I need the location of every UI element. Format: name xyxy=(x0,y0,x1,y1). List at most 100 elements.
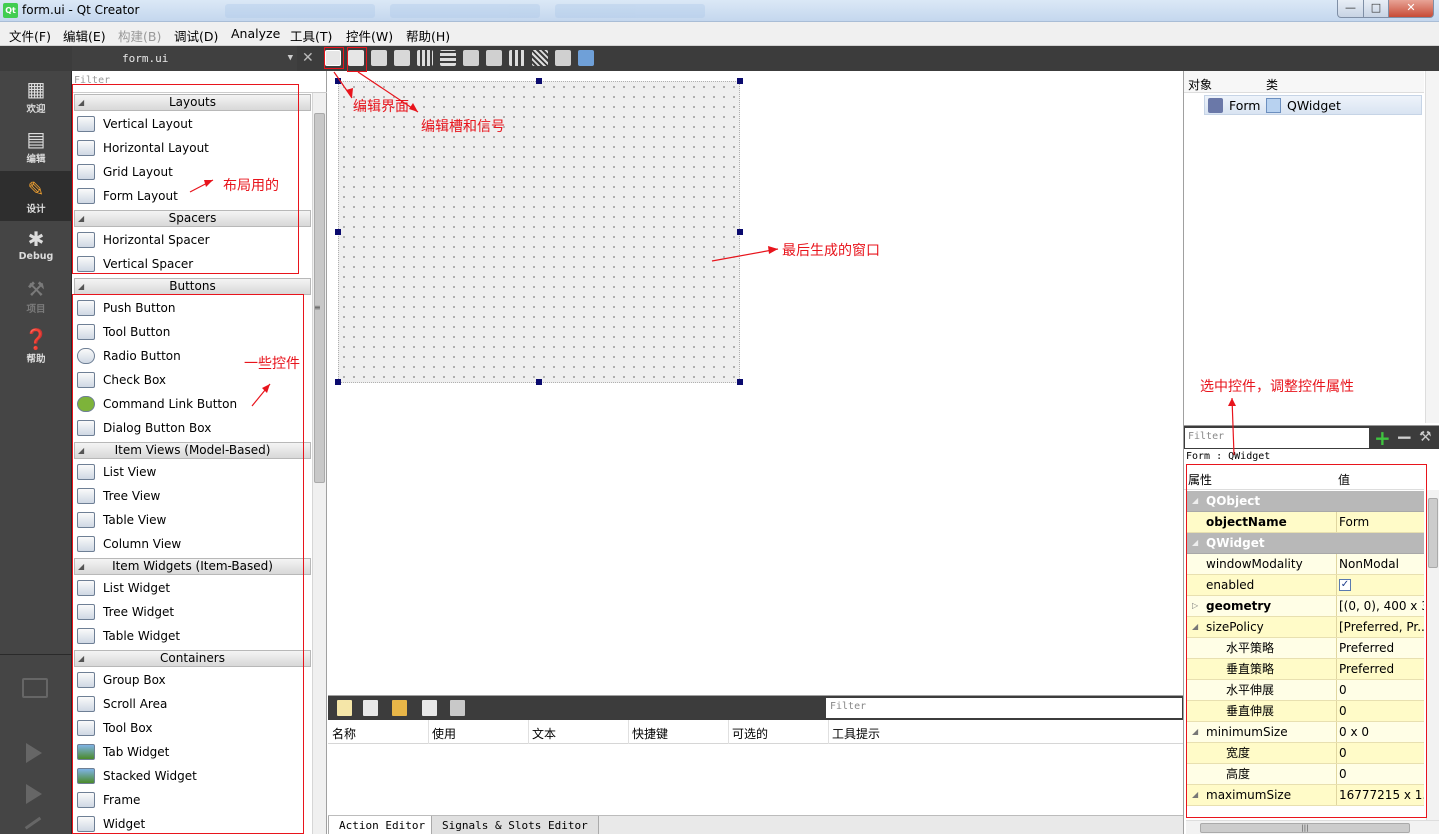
category-buttons[interactable]: ◢ Buttons xyxy=(74,278,311,295)
column-header[interactable]: 名称 xyxy=(332,725,356,742)
layout-vertical-icon[interactable] xyxy=(440,50,456,66)
property-value[interactable]: [(0, 0), 400 x 3... xyxy=(1336,596,1424,616)
action-filter-input[interactable]: Filter xyxy=(826,698,1182,718)
edit-buddies-icon[interactable] xyxy=(371,50,387,66)
resize-handle[interactable] xyxy=(335,229,341,235)
property-row[interactable]: objectName Form xyxy=(1186,512,1424,533)
enabled-checkbox[interactable]: ✓ xyxy=(1339,578,1351,591)
edit-tab-order-icon[interactable] xyxy=(394,50,410,66)
widget-item[interactable]: Widget xyxy=(75,812,311,834)
property-value[interactable]: Form xyxy=(1336,512,1424,532)
property-row[interactable]: ▷ geometry [(0, 0), 400 x 3... xyxy=(1186,596,1424,617)
property-row[interactable]: ◢ maximumSize 16777215 x 1... xyxy=(1186,785,1424,806)
property-value[interactable]: 0 xyxy=(1336,743,1424,763)
tab-action-editor[interactable]: Action Editor xyxy=(328,816,437,834)
property-value[interactable]: [Preferred, Pr... xyxy=(1336,617,1424,637)
mode-projects[interactable]: ⚒ 项目 xyxy=(0,271,72,321)
menu-tools[interactable]: 工具(T) xyxy=(290,26,332,45)
widget-item[interactable]: Stacked Widget xyxy=(75,764,311,788)
column-header[interactable]: 文本 xyxy=(532,725,556,742)
property-row[interactable]: 垂直策略 Preferred xyxy=(1186,659,1424,680)
resize-handle[interactable] xyxy=(335,379,341,385)
property-row[interactable]: windowModality NonModal xyxy=(1186,554,1424,575)
widget-item[interactable]: Vertical Layout xyxy=(75,112,311,136)
monitor-icon[interactable] xyxy=(22,678,48,698)
resize-handle[interactable] xyxy=(737,78,743,84)
category-item-widgets[interactable]: ◢ Item Widgets (Item-Based) xyxy=(74,558,311,575)
column-header[interactable]: 类 xyxy=(1266,76,1278,93)
widget-item[interactable]: Table View xyxy=(75,508,311,532)
configure-icon[interactable] xyxy=(450,700,465,716)
new-action-icon[interactable] xyxy=(337,700,352,716)
resize-handle[interactable] xyxy=(737,379,743,385)
tab-signals-slots-editor[interactable]: Signals & Slots Editor xyxy=(431,816,599,834)
column-header[interactable]: 工具提示 xyxy=(832,725,880,742)
category-containers[interactable]: ◢ Containers xyxy=(74,650,311,667)
widget-item[interactable]: List View xyxy=(75,460,311,484)
widget-filter-input[interactable]: Filter xyxy=(72,71,327,93)
category-layouts[interactable]: ◢ Layouts xyxy=(74,94,311,111)
collapse-triangle-icon[interactable]: ◢ xyxy=(1192,617,1198,637)
widget-item[interactable]: List Widget xyxy=(75,576,311,600)
close-document-button[interactable]: ✕ xyxy=(302,50,314,66)
object-tree-row[interactable]: Form QWidget xyxy=(1204,95,1422,115)
open-documents-combo[interactable]: form.ui ▼ xyxy=(72,46,297,71)
property-group-row[interactable]: ◢ QWidget xyxy=(1186,533,1424,554)
menu-build[interactable]: 构建(B) xyxy=(118,26,161,45)
property-value[interactable]: Preferred xyxy=(1336,659,1424,679)
widget-item[interactable]: Tab Widget xyxy=(75,740,311,764)
column-header[interactable]: 可选的 xyxy=(732,725,768,742)
property-row[interactable]: 水平伸展 0 xyxy=(1186,680,1424,701)
remove-property-icon[interactable]: − xyxy=(1396,426,1413,448)
minimize-button[interactable]: — xyxy=(1337,0,1364,18)
design-canvas[interactable] xyxy=(328,71,1183,695)
paste-action-icon[interactable] xyxy=(392,700,407,716)
column-header[interactable]: 快捷键 xyxy=(632,725,668,742)
edit-widgets-icon[interactable] xyxy=(325,50,341,66)
property-value[interactable]: 0 xyxy=(1336,764,1424,784)
edit-signals-slots-icon[interactable] xyxy=(348,50,364,66)
adjust-size-icon[interactable] xyxy=(578,50,594,66)
widget-item[interactable]: Command Link Button xyxy=(75,392,311,416)
category-spacers[interactable]: ◢ Spacers xyxy=(74,210,311,227)
widget-item[interactable]: Tool Button xyxy=(75,320,311,344)
resize-handle[interactable] xyxy=(737,229,743,235)
layout-form-icon[interactable] xyxy=(509,50,525,66)
property-row[interactable]: ◢ minimumSize 0 x 0 xyxy=(1186,722,1424,743)
maximize-button[interactable]: □ xyxy=(1363,0,1389,18)
widget-item[interactable]: Scroll Area xyxy=(75,692,311,716)
menu-edit[interactable]: 编辑(E) xyxy=(63,26,106,45)
property-editor-vscrollbar[interactable] xyxy=(1426,490,1439,820)
resize-handle[interactable] xyxy=(335,78,341,84)
widget-item[interactable]: Column View xyxy=(75,532,311,556)
property-value[interactable]: 0 xyxy=(1336,680,1424,700)
build-hammer-icon[interactable] xyxy=(24,816,46,834)
layout-horizontal-icon[interactable] xyxy=(417,50,433,66)
break-layout-icon[interactable] xyxy=(555,50,571,66)
widget-item[interactable]: Tool Box xyxy=(75,716,311,740)
scrollbar-thumb[interactable] xyxy=(314,113,325,483)
property-value[interactable]: 0 xyxy=(1336,701,1424,721)
property-value[interactable]: 0 x 0 xyxy=(1336,722,1424,742)
layout-horizontal-splitter-icon[interactable] xyxy=(463,50,479,66)
widget-item[interactable]: Vertical Spacer xyxy=(75,252,311,276)
configure-wrench-icon[interactable]: ⚒ xyxy=(1419,429,1432,445)
widget-item[interactable]: Tree Widget xyxy=(75,600,311,624)
layout-grid-icon[interactable] xyxy=(532,50,548,66)
property-row[interactable]: ◢ sizePolicy [Preferred, Pr... xyxy=(1186,617,1424,638)
copy-action-icon[interactable] xyxy=(363,700,378,716)
property-row[interactable]: 水平策略 Preferred xyxy=(1186,638,1424,659)
property-group-row[interactable]: ◢ QObject xyxy=(1186,491,1424,512)
column-header[interactable]: 使用 xyxy=(432,725,456,742)
widget-item[interactable]: Horizontal Spacer xyxy=(75,228,311,252)
mode-edit[interactable]: ▤ 编辑 xyxy=(0,121,72,171)
resize-handle[interactable] xyxy=(536,379,542,385)
scrollbar-thumb[interactable]: ||| xyxy=(1200,823,1410,833)
widget-item[interactable]: Dialog Button Box xyxy=(75,416,311,440)
property-editor-hscrollbar[interactable]: ||| xyxy=(1186,820,1439,834)
run-icon[interactable] xyxy=(26,743,42,763)
property-row[interactable]: 高度 0 xyxy=(1186,764,1424,785)
property-row[interactable]: enabled ✓ xyxy=(1186,575,1424,596)
menu-debug[interactable]: 调试(D) xyxy=(174,26,218,45)
close-window-button[interactable]: ✕ xyxy=(1388,0,1434,18)
